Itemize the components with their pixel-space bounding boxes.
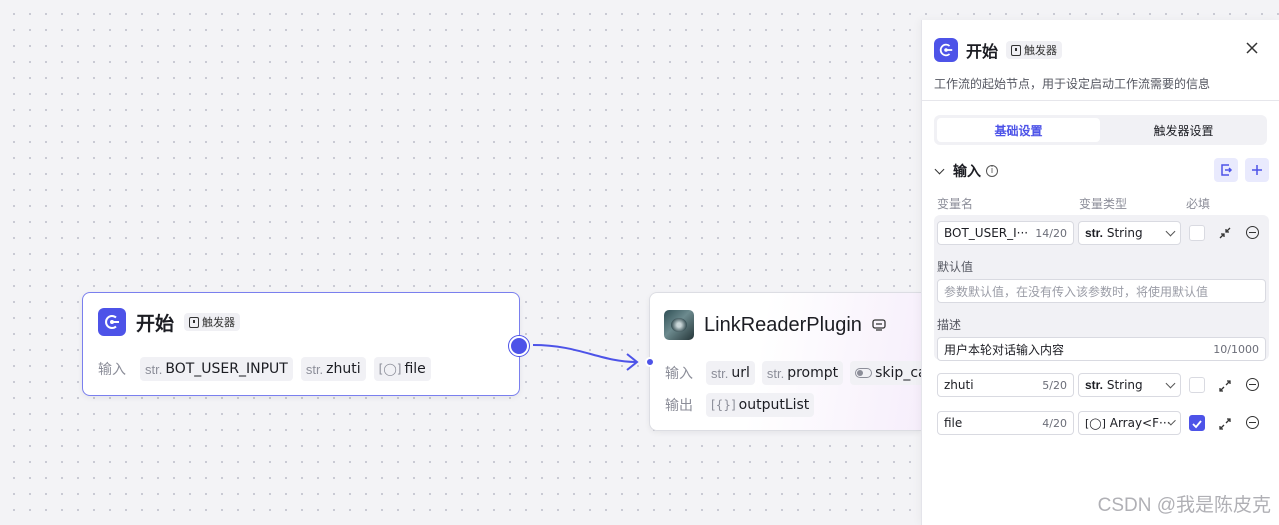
add-variable-button[interactable] [1245, 158, 1269, 182]
column-required-header: 必填 [1186, 197, 1211, 211]
trigger-icon [1011, 44, 1022, 56]
input-chip: str. BOT_USER_INPUT [140, 357, 293, 381]
input-chip: str. url [706, 361, 755, 385]
tab-basic-settings[interactable]: 基础设置 [937, 118, 1100, 142]
start-icon [934, 38, 958, 62]
info-icon[interactable]: i [986, 165, 998, 177]
variable-name-input[interactable]: file 4/20 [937, 411, 1074, 435]
variable-type-select[interactable]: str. String [1078, 373, 1181, 397]
input-port[interactable] [645, 357, 655, 367]
input-label: 输入 [98, 362, 126, 378]
output-chip: [{}] outputList [706, 393, 815, 417]
trigger-badge: 触发器 [184, 313, 241, 331]
variable-type-select[interactable]: str. String [1078, 221, 1181, 245]
expand-icon[interactable] [1218, 378, 1232, 397]
remove-variable-icon[interactable] [1246, 416, 1259, 429]
column-name-header: 变量名 [937, 197, 974, 211]
expand-icon[interactable] [1218, 416, 1232, 435]
array-file-icon: [◯] [378, 362, 402, 376]
plugin-icon [664, 310, 694, 340]
node-settings-panel: 开始 触发器 工作流的起始节点，用于设定启动工作流需要的信息 基础设置 触发器设… [921, 20, 1279, 525]
description-input[interactable]: 用户本轮对话输入内容 10/1000 [937, 337, 1266, 361]
panel-header: 开始 触发器 [934, 38, 1063, 62]
chevron-down-icon [934, 164, 945, 174]
section-title: 输入 [953, 164, 981, 180]
plugin-link-icon [872, 319, 886, 331]
close-icon[interactable] [1245, 40, 1259, 54]
column-type-header: 变量类型 [1079, 197, 1128, 211]
input-chip: str. zhuti [300, 357, 366, 381]
panel-title: 开始 [966, 42, 999, 61]
array-object-icon: [{}] [711, 398, 736, 412]
default-value-input[interactable]: 参数默认值，在没有传入该参数时，将使用默认值 [937, 279, 1266, 303]
start-node[interactable]: 开始 触发器 输入 str. BOT_USER_INPUT str. zhuti [… [82, 292, 529, 396]
input-chip: skip_ca [850, 361, 921, 385]
plugin-node-title: LinkReaderPlugin [704, 313, 862, 336]
toggle-icon [855, 368, 873, 378]
start-icon [98, 308, 126, 336]
description-label: 描述 [937, 318, 962, 332]
array-file-icon: [◯] [1085, 416, 1106, 430]
input-chip: [◯] file [373, 357, 431, 381]
input-chip: str. prompt [761, 361, 844, 385]
start-node-title: 开始 [136, 312, 175, 335]
trigger-badge: 触发器 [1006, 41, 1063, 59]
watermark: CSDN @我是陈皮克 [1097, 495, 1271, 516]
connection-edge [532, 344, 639, 371]
import-button[interactable] [1214, 158, 1238, 182]
collapse-icon[interactable] [1218, 225, 1232, 244]
panel-divider [922, 100, 1279, 101]
tab-bar: 基础设置 触发器设置 [934, 115, 1267, 145]
variable-name-input[interactable]: zhuti 5/20 [937, 373, 1074, 397]
panel-description: 工作流的起始节点，用于设定启动工作流需要的信息 [934, 77, 1211, 91]
output-label: 输出 [665, 398, 693, 414]
default-value-label: 默认值 [937, 260, 974, 274]
required-checkbox[interactable] [1189, 377, 1205, 393]
required-checkbox-checked[interactable] [1189, 415, 1205, 431]
input-section-header[interactable]: 输入 i [934, 161, 998, 181]
required-checkbox[interactable] [1189, 225, 1205, 241]
variable-name-input[interactable]: BOT_USER_I··· 14/20 [937, 221, 1074, 245]
plugin-node[interactable]: LinkReaderPlugin 输入 str. url str. prompt s… [649, 292, 921, 431]
tab-trigger-settings[interactable]: 触发器设置 [1102, 118, 1265, 142]
remove-variable-icon[interactable] [1246, 378, 1259, 391]
variable-type-select[interactable]: [◯] Array<F··· [1078, 411, 1181, 435]
output-port[interactable] [509, 336, 529, 356]
trigger-icon [189, 316, 200, 328]
remove-variable-icon[interactable] [1246, 226, 1259, 239]
input-label: 输入 [665, 366, 693, 382]
